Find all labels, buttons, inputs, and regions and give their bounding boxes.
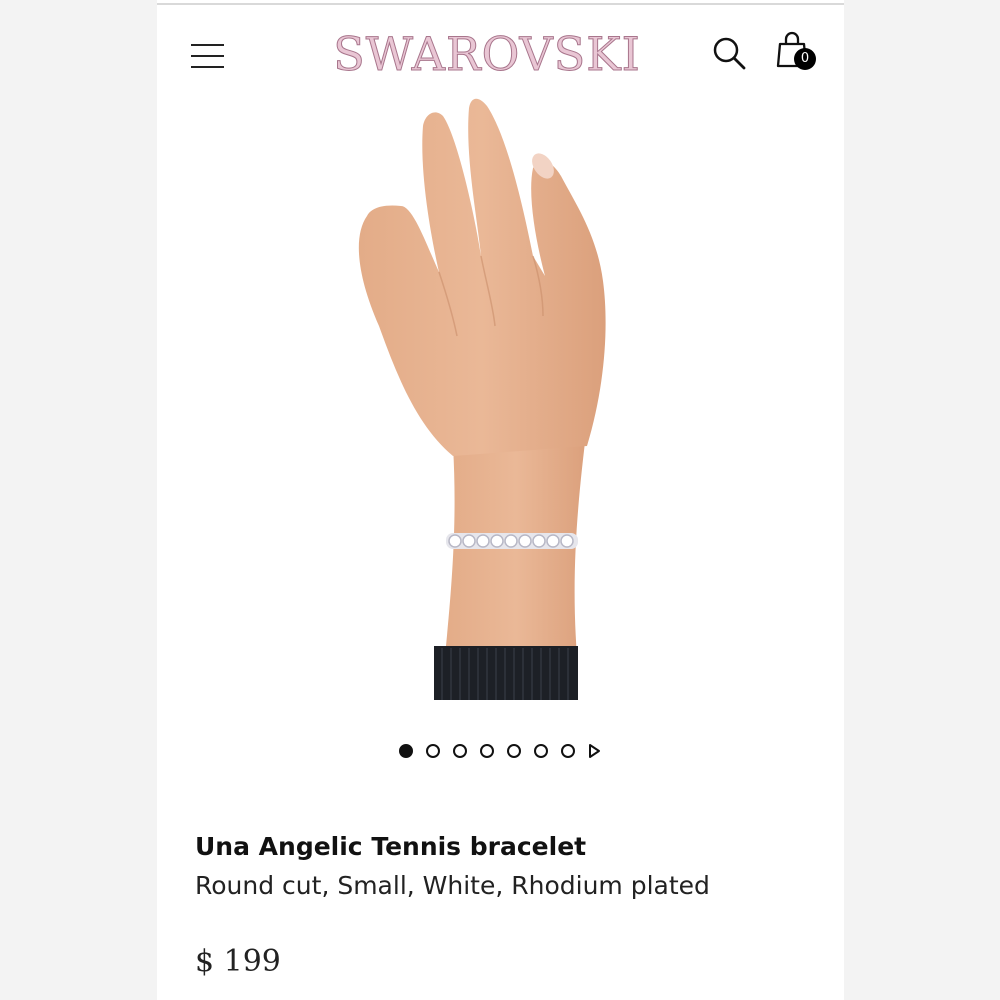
carousel-dot-6[interactable] — [534, 744, 548, 758]
product-page: SWAROVSKI 0 Una Angelic Tennis bracelet … — [157, 0, 844, 1000]
hand-wearing-bracelet-image — [358, 98, 606, 700]
top-divider — [157, 3, 844, 5]
carousel-dot-7[interactable] — [561, 744, 575, 758]
product-image[interactable] — [157, 96, 844, 700]
product-description: Round cut, Small, White, Rhodium plated — [195, 871, 710, 900]
shopping-bag-button[interactable]: 0 — [776, 30, 826, 76]
cart-count-badge: 0 — [794, 48, 816, 70]
carousel-dot-5[interactable] — [507, 744, 521, 758]
play-arrow-icon[interactable] — [586, 743, 602, 759]
image-carousel-indicator — [157, 736, 844, 766]
product-title: Una Angelic Tennis bracelet — [195, 832, 587, 861]
carousel-dot-2[interactable] — [426, 744, 440, 758]
tennis-bracelet — [446, 533, 578, 549]
menu-button[interactable] — [191, 41, 225, 71]
site-header: SWAROVSKI 0 — [157, 22, 844, 86]
hamburger-menu-icon — [191, 44, 224, 46]
brand-logo[interactable]: SWAROVSKI — [317, 22, 657, 86]
product-price: $ 199 — [195, 944, 281, 979]
carousel-dot-1[interactable] — [399, 744, 413, 758]
search-button[interactable] — [710, 34, 750, 74]
carousel-dot-3[interactable] — [453, 744, 467, 758]
carousel-dot-4[interactable] — [480, 744, 494, 758]
search-icon — [713, 37, 746, 70]
